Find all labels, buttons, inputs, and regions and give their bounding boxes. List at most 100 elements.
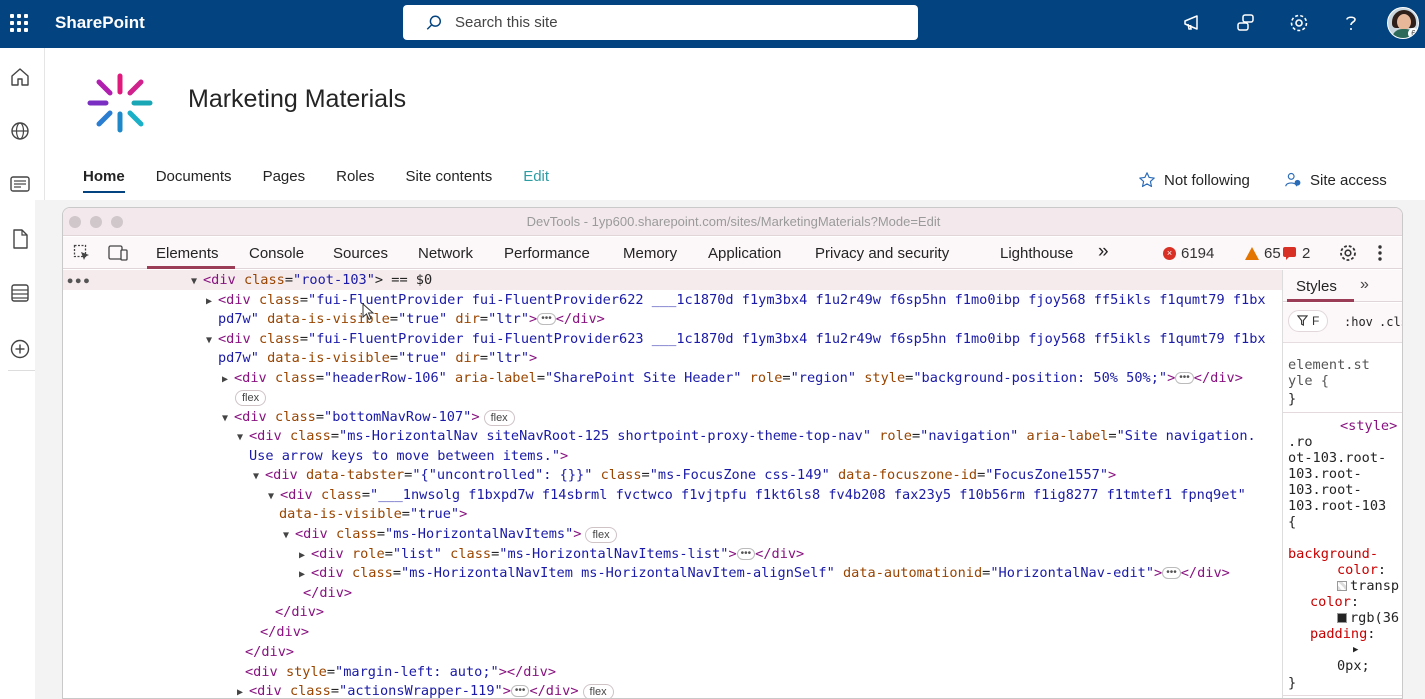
tab-elements[interactable]: Elements (156, 245, 219, 262)
prop-padding[interactable]: padding: (1310, 626, 1375, 642)
nav-item-documents[interactable]: Documents (156, 168, 232, 193)
class-toggle[interactable]: .cls (1379, 315, 1402, 329)
row-actions-gutter[interactable]: ••• (66, 273, 91, 293)
search-box[interactable]: Search this site (403, 5, 918, 40)
app-name[interactable]: SharePoint (55, 13, 145, 33)
nav-edit-link[interactable]: Edit (523, 168, 549, 193)
tree-row-spacer-div[interactable]: <div style="margin-left: auto;"></div> (245, 663, 556, 683)
nav-item-roles[interactable]: Roles (336, 168, 374, 193)
tree-row-fluent-provider-1-cont[interactable]: pd7w" data-is-visible="true" dir="ltr"> •… (218, 310, 605, 330)
more-tabs-chevron-icon[interactable]: » (1098, 241, 1109, 263)
tree-row-root[interactable]: ▼ <div class="root-103"> == $0 (191, 271, 432, 292)
window-maximize-button[interactable] (111, 216, 123, 228)
more-options-icon[interactable] (1376, 243, 1384, 263)
tree-row-fluent-provider-2[interactable]: ▼ <div class="fui-FluentProvider fui-Flue… (206, 330, 1266, 351)
tree-row-nav-wrapper[interactable]: ▼ <div class="___1nwsolg f1bxpd7w f14sbrm… (268, 486, 1246, 507)
tree-row-close[interactable]: </div> (245, 643, 294, 663)
tree-row-actions-wrapper[interactable]: ▶ <div class="actionsWrapper-119"> ••• </di… (237, 682, 614, 698)
window-minimize-button[interactable] (90, 216, 102, 228)
tab-performance[interactable]: Performance (504, 245, 590, 262)
tab-privacy-security[interactable]: Privacy and security (815, 245, 949, 262)
megaphone-icon[interactable] (1182, 12, 1204, 34)
style-source-link[interactable]: <style> (1340, 418, 1397, 434)
flex-badge[interactable]: flex (483, 410, 515, 426)
warning-count-value: 65 (1264, 245, 1281, 262)
rule-selector-line: ot-103.root- (1288, 450, 1387, 466)
tree-row-close[interactable]: </div> (303, 584, 352, 604)
flex-badge[interactable]: flex (582, 684, 614, 698)
devtools-settings-icon[interactable] (1338, 243, 1358, 263)
expand-arrow-icon[interactable]: ▶ (1353, 642, 1358, 658)
tree-row-close[interactable]: </div> (275, 603, 324, 623)
prop-background-color-value[interactable]: transp (1337, 578, 1399, 594)
tree-row-horizontal-nav[interactable]: ▼ <div class="ms-HorizontalNav siteNavRoo… (237, 427, 1256, 448)
list-icon[interactable] (9, 282, 31, 304)
collapsed-ellipsis[interactable]: ••• (1175, 372, 1194, 384)
home-icon[interactable] (9, 66, 31, 88)
device-toolbar-icon[interactable] (107, 244, 129, 262)
prop-background-color[interactable]: background- (1288, 546, 1378, 562)
devtools-title-text: DevTools - 1yp600.sharepoint.com/sites/M… (526, 214, 941, 229)
flex-badge[interactable]: flex (585, 527, 617, 543)
collapsed-ellipsis[interactable]: ••• (537, 313, 556, 325)
tab-console[interactable]: Console (249, 245, 304, 262)
more-panes-chevron-icon[interactable]: » (1360, 276, 1369, 294)
prop-padding-value[interactable]: 0px; (1337, 658, 1370, 674)
rule-separator (1283, 695, 1402, 696)
tree-row-nav-items[interactable]: ▼ <div class="ms-HorizontalNavItems"> flex (283, 525, 617, 546)
tree-row-nav-item-edit[interactable]: ▶ <div class="ms-HorizontalNavItem ms-Hor… (299, 564, 1230, 585)
hover-state-toggle[interactable]: :hov (1344, 315, 1373, 329)
error-count-value: 6194 (1181, 245, 1215, 262)
tree-row-focus-zone[interactable]: ▼ <div data-tabster="{"uncontrolled": {}}… (253, 466, 1116, 487)
warning-count[interactable]: 65 (1245, 245, 1281, 262)
tab-lighthouse[interactable]: Lighthouse (1000, 245, 1073, 262)
document-icon[interactable] (9, 228, 31, 250)
tab-sources[interactable]: Sources (333, 245, 388, 262)
nav-item-site-contents[interactable]: Site contents (405, 168, 492, 193)
site-access-button[interactable]: Site access (1284, 171, 1387, 189)
rail-divider (8, 370, 36, 371)
settings-icon[interactable] (1288, 12, 1310, 34)
tab-network[interactable]: Network (418, 245, 473, 262)
prop-color-value[interactable]: rgb(36 (1337, 610, 1399, 626)
tree-row-bottom-nav-row[interactable]: ▼ <div class="bottomNavRow-107"> flex (222, 408, 515, 429)
globe-icon[interactable] (9, 120, 31, 142)
flex-badge[interactable]: flex (235, 388, 267, 408)
transparent-swatch-icon[interactable] (1337, 581, 1347, 591)
site-navigation: Home Documents Pages Roles Site contents… (83, 168, 580, 193)
add-icon[interactable] (9, 338, 31, 360)
app-launcher-icon[interactable] (10, 14, 28, 32)
prop-background-color-2[interactable]: color: (1337, 562, 1386, 578)
site-title: Marketing Materials (188, 85, 407, 113)
nav-item-pages[interactable]: Pages (263, 168, 306, 193)
issues-count[interactable]: 2 (1283, 245, 1310, 262)
tree-row-fluent-provider-2-cont[interactable]: pd7w" data-is-visible="true" dir="ltr"> (218, 349, 537, 369)
tab-styles[interactable]: Styles (1296, 278, 1337, 295)
collapsed-ellipsis[interactable]: ••• (510, 685, 530, 697)
window-close-button[interactable] (69, 216, 81, 228)
chat-icon[interactable] (1235, 12, 1257, 34)
tree-row-header-row[interactable]: ▶ <div class="headerRow-106" aria-label="… (222, 369, 1243, 390)
tab-memory[interactable]: Memory (623, 245, 677, 262)
tree-row-nav-wrapper-cont[interactable]: data-is-visible="true"> (279, 505, 467, 525)
styles-filter-input[interactable]: F (1288, 310, 1328, 332)
prop-color[interactable]: color: (1310, 594, 1359, 610)
site-logo[interactable] (84, 70, 156, 136)
tree-row-nav-items-list[interactable]: ▶ <div role="list" class="ms-HorizontalNa… (299, 545, 804, 566)
tab-application[interactable]: Application (708, 245, 781, 262)
color-swatch-icon[interactable] (1337, 613, 1347, 623)
site-access-label: Site access (1310, 171, 1387, 189)
collapsed-ellipsis[interactable]: ••• (736, 548, 756, 560)
tree-row-horizontal-nav-cont[interactable]: Use arrow keys to move between items."> (249, 447, 568, 467)
help-icon[interactable] (1340, 12, 1362, 34)
elements-tree: ••• ▼ <div class="root-103"> == $0 ▶ <div … (63, 270, 1282, 698)
tree-row-close[interactable]: </div> (260, 623, 309, 643)
follow-button[interactable]: Not following (1138, 171, 1250, 189)
error-count[interactable]: × 6194 (1163, 245, 1214, 262)
inspect-element-icon[interactable] (73, 244, 91, 262)
news-icon[interactable] (9, 173, 31, 195)
collapsed-ellipsis[interactable]: ••• (1162, 567, 1181, 579)
people-lock-icon (1285, 172, 1301, 187)
user-avatar[interactable]: 6 (1387, 7, 1419, 39)
nav-item-home[interactable]: Home (83, 168, 125, 193)
